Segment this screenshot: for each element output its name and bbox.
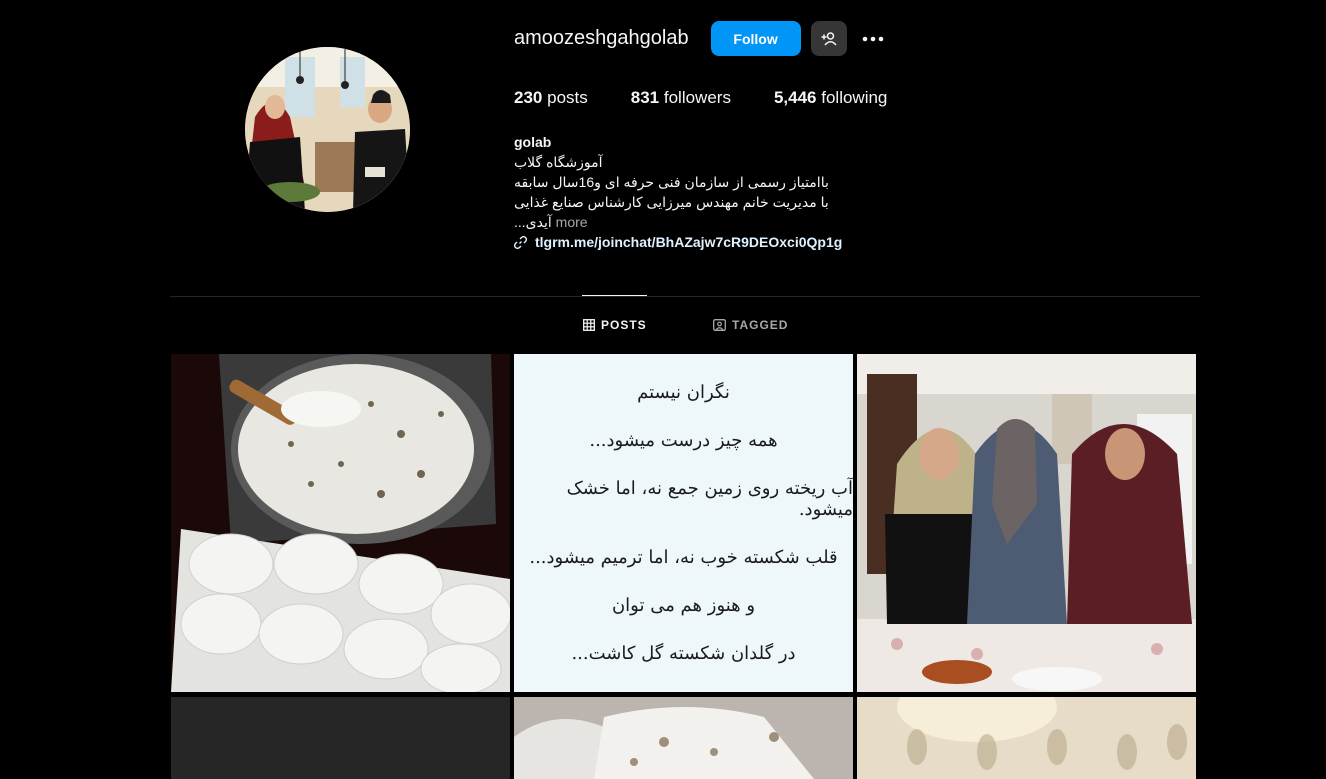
tagged-icon [713, 319, 726, 331]
posts-stat: 230 posts [514, 88, 588, 108]
following-stat[interactable]: 5,446 following [774, 88, 887, 108]
quote-line: قلب شکسته خوب نه، اما ترمیم میشود... [529, 547, 838, 569]
follow-button[interactable]: Follow [710, 21, 801, 56]
link-icon [514, 235, 527, 249]
tab-tagged-label: TAGGED [732, 318, 789, 332]
following-count: 5,446 [773, 88, 817, 107]
bio-line: باامتیاز رسمی از سازمان فنی حرفه ای و16س… [514, 174, 829, 190]
quote-text: نگران نیستم همه چیز درست میشود... آب ریخ… [514, 354, 853, 692]
more-horizontal-icon [862, 36, 883, 41]
post-thumbnail[interactable] [171, 697, 510, 779]
post-image [857, 354, 1196, 692]
post-image [857, 697, 1196, 779]
active-tab-indicator [582, 295, 647, 296]
post-image [514, 697, 853, 779]
tab-posts[interactable]: POSTS [583, 318, 647, 332]
add-person-icon [821, 31, 837, 46]
profile-stats: 230 posts 831 followers 5,446 following [514, 88, 1214, 108]
more-options-button[interactable] [861, 27, 885, 51]
followers-stat[interactable]: 831 followers [631, 88, 731, 108]
posts-label: posts [547, 88, 588, 107]
profile-avatar[interactable] [245, 47, 410, 212]
post-image [171, 354, 510, 692]
profile-bio: golab آموزشگاه گلاب باامتیاز رسمی از ساز… [514, 132, 1214, 252]
post-thumbnail[interactable]: نگران نیستم همه چیز درست میشود... آب ریخ… [514, 354, 853, 692]
profile-link[interactable]: tlgrm.me/joinchat/BhAZajw7cR9DEOxci0Qp1g [514, 232, 1214, 252]
quote-line: آب ریخته روی زمین جمع نه، اما خشک میشود. [566, 477, 853, 520]
following-label: following [821, 88, 888, 107]
followers-count: 831 [630, 88, 660, 107]
tabs-divider [170, 296, 1200, 297]
post-thumbnail[interactable] [171, 354, 510, 692]
bio-truncated-line: آیدی... more [514, 212, 1214, 232]
tab-posts-label: POSTS [601, 318, 647, 332]
profile-header: amoozeshgahgolab Follow 230 posts 831 fo… [514, 20, 1214, 252]
post-thumbnail[interactable] [514, 697, 853, 779]
quote-line: و هنوز هم می توان [611, 595, 756, 617]
quote-line: همه چیز درست میشود... [589, 429, 778, 451]
tab-tagged[interactable]: TAGGED [713, 318, 788, 332]
grid-icon [583, 319, 595, 331]
suggest-accounts-button[interactable] [810, 21, 847, 56]
profile-actions-row: amoozeshgahgolab Follow [514, 20, 1214, 57]
username: amoozeshgahgolab [514, 27, 689, 49]
followers-label: followers [663, 88, 731, 107]
bio-line: آیدی... [514, 214, 552, 230]
quote-line: نگران نیستم [637, 381, 730, 403]
avatar-photo [245, 47, 410, 212]
bio-line: آموزشگاه گلاب [514, 154, 603, 170]
post-thumbnail[interactable] [857, 697, 1196, 779]
profile-link-text: tlgrm.me/joinchat/BhAZajw7cR9DEOxci0Qp1g [535, 234, 843, 250]
posts-count: 230 [514, 88, 543, 107]
post-thumbnail[interactable] [857, 354, 1196, 692]
quote-line: در گلدان شکسته گل کاشت... [571, 643, 796, 665]
profile-name: golab [514, 134, 552, 150]
more-link[interactable]: more [556, 214, 588, 230]
bio-line: با مدیریت خانم مهندس میرزایی کارشناس صنا… [514, 194, 829, 210]
